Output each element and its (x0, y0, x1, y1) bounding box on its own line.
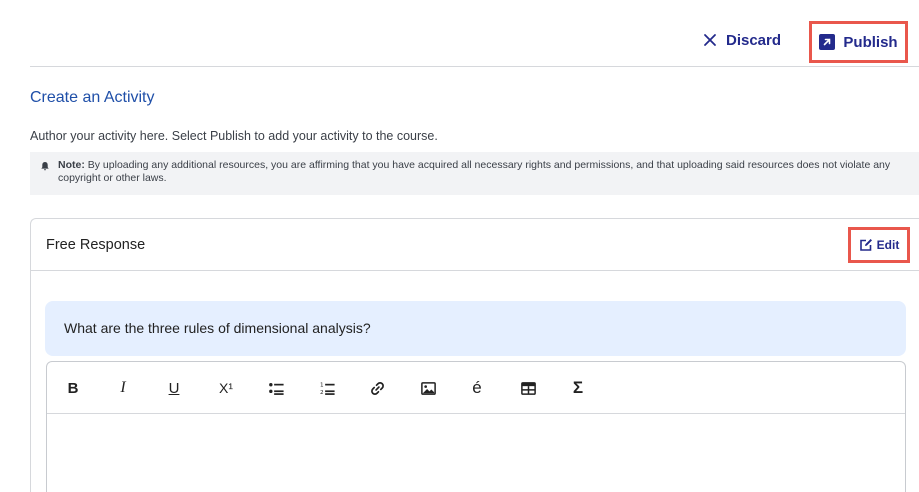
image-icon (420, 381, 436, 395)
note-text: By uploading any additional resources, y… (58, 159, 891, 184)
bullet-list-icon (268, 382, 284, 395)
discard-button[interactable]: Discard (703, 30, 781, 50)
close-icon (704, 34, 716, 46)
table-icon (520, 381, 536, 395)
svg-text:1: 1 (319, 382, 323, 388)
special-character-button[interactable]: é (466, 377, 488, 399)
underline-button[interactable]: U (163, 377, 185, 399)
bell-icon (41, 162, 49, 171)
card-title: Free Response (46, 237, 146, 253)
response-text-area[interactable] (47, 414, 905, 492)
top-action-bar (30, 0, 919, 67)
note-label: Note: (58, 159, 85, 171)
svg-text:2: 2 (319, 390, 323, 396)
link-icon (370, 381, 384, 395)
image-button[interactable] (417, 377, 439, 399)
card-header: Free Response Edit (31, 219, 919, 271)
discard-label: Discard (726, 31, 782, 49)
edit-button[interactable]: Edit (848, 227, 910, 263)
numbered-list-icon: 1 2 (319, 382, 335, 396)
activity-editor-page: Discard Publish Create an Activity Autho… (0, 0, 919, 492)
equation-button[interactable]: Σ (567, 377, 589, 399)
table-button[interactable] (517, 377, 539, 399)
response-editor[interactable]: B I U X¹ 1 2 é Σ (46, 361, 906, 492)
edit-label: Edit (876, 238, 900, 252)
free-response-card: Free Response Edit What are the three ru… (30, 218, 919, 492)
numbered-list-button[interactable]: 1 2 (316, 377, 338, 399)
external-arrow-icon (819, 34, 836, 50)
superscript-button[interactable]: X¹ (215, 377, 237, 399)
editor-toolbar: B I U X¹ 1 2 é Σ (47, 362, 905, 414)
bullet-list-button[interactable] (265, 377, 287, 399)
link-button[interactable] (366, 377, 388, 399)
publish-label: Publish (843, 33, 898, 51)
question-prompt: What are the three rules of dimensional … (45, 301, 906, 356)
italic-button[interactable]: I (112, 377, 134, 399)
page-title: Create an Activity (30, 89, 155, 106)
page-subtitle: Author your activity here. Select Publis… (30, 129, 438, 143)
bold-button[interactable]: B (62, 377, 84, 399)
rights-note: Note: By uploading any additional resour… (30, 152, 919, 195)
publish-button[interactable]: Publish (809, 21, 908, 63)
edit-icon (859, 239, 872, 251)
